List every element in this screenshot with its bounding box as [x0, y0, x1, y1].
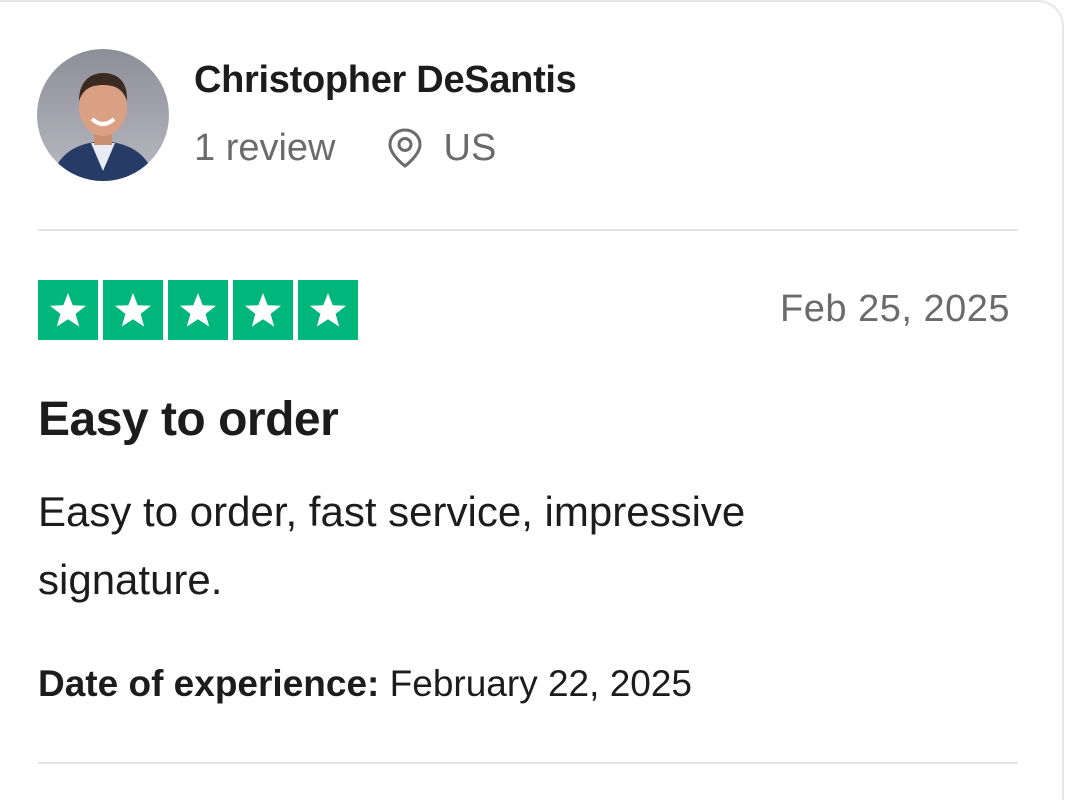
review-title[interactable]: Easy to order: [38, 392, 339, 447]
star-icon: [168, 280, 228, 340]
review-date: Feb 25, 2025: [780, 288, 1010, 330]
star-icon: [298, 280, 358, 340]
avatar-image: [37, 49, 169, 181]
reviewer-name[interactable]: Christopher DeSantis: [194, 59, 577, 102]
experience-label: Date of experience:: [38, 663, 390, 704]
avatar[interactable]: [37, 49, 169, 181]
reviewer-location: US: [386, 126, 497, 170]
map-pin-icon: [387, 128, 422, 168]
star-rating: [38, 280, 358, 340]
star-icon: [38, 280, 98, 340]
star-icon: [233, 280, 293, 340]
date-of-experience: Date of experience: February 22, 2025: [38, 663, 692, 705]
footer-divider: [38, 762, 1018, 764]
reviewer-country: US: [443, 126, 497, 169]
review-body: Easy to order, fast service, impressive …: [38, 488, 746, 603]
experience-date: February 22, 2025: [389, 663, 692, 704]
header-divider: [38, 229, 1018, 231]
review-count: 1 review: [194, 126, 336, 169]
review-card: Christopher DeSantis 1 review US Feb 25,…: [0, 0, 1064, 800]
reviewer-meta: 1 review US: [194, 126, 496, 170]
star-icon: [103, 280, 163, 340]
